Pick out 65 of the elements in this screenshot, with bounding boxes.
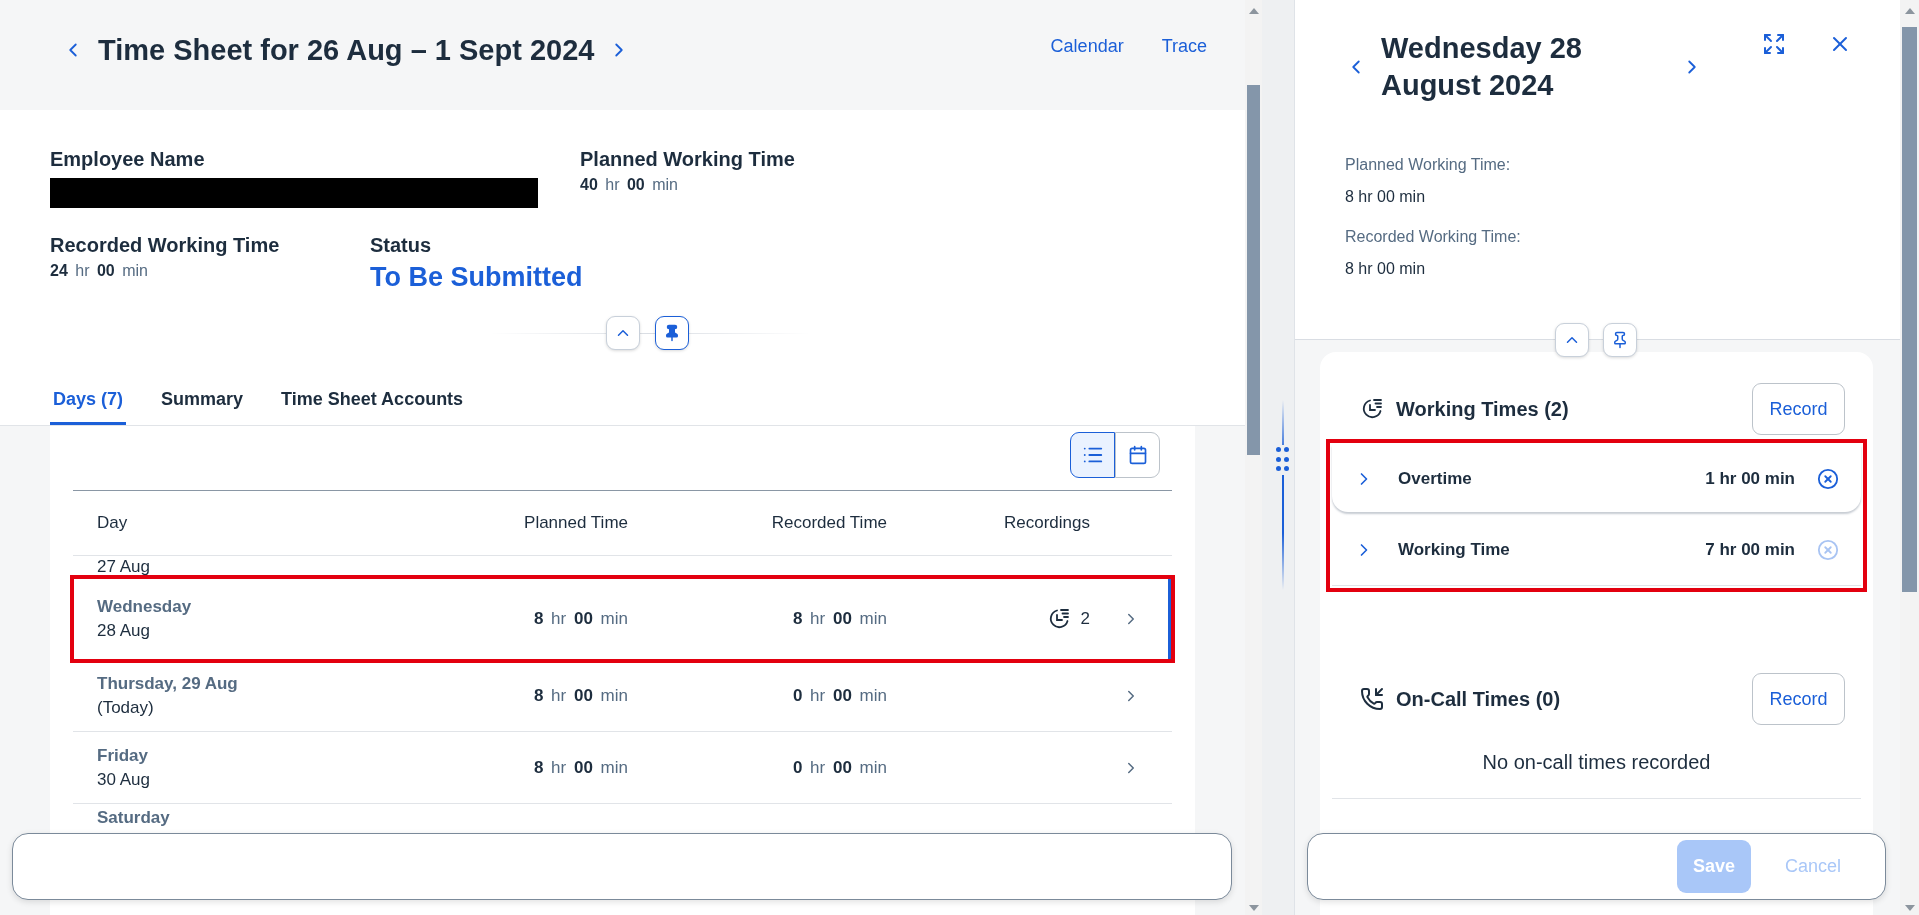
scrollbar[interactable] — [1900, 0, 1919, 915]
time-entry-row[interactable]: Overtime 1 hr 00 min — [1332, 445, 1861, 512]
day-label: Thursday, 29 Aug — [97, 673, 239, 694]
day-label: Saturday — [97, 808, 171, 828]
section-title: On-Call Times (0) — [1396, 687, 1561, 711]
recorded-time: 0 hr 00 min — [792, 685, 887, 706]
table-row[interactable]: 27 Aug — [73, 556, 1172, 578]
recordings-count: 2 — [1080, 608, 1090, 629]
field-value: 8 hr 00 min — [1345, 260, 1427, 278]
remove-icon[interactable] — [1817, 467, 1839, 490]
calendar-view-button[interactable] — [1115, 432, 1160, 478]
clock-list-icon — [1360, 397, 1384, 421]
calendar-icon — [1127, 445, 1148, 465]
table-row[interactable]: Saturday — [73, 804, 1172, 832]
fullscreen-icon[interactable] — [1762, 32, 1786, 56]
entry-duration: 1 hr 00 min — [1705, 468, 1795, 489]
field-label: Employee Name — [50, 148, 206, 171]
detail-title: Wednesday 28 August 2024 — [1381, 31, 1583, 103]
column-header: Recordings — [1004, 513, 1090, 533]
record-button[interactable]: Record — [1752, 383, 1845, 435]
field-label: Planned Working Time: — [1345, 156, 1512, 174]
field-label: Recorded Working Time: — [1345, 228, 1522, 246]
pin-header-button[interactable] — [655, 316, 689, 350]
tab[interactable]: Time Sheet Accounts — [278, 389, 467, 425]
entry-name: Working Time — [1398, 540, 1511, 560]
resize-handle[interactable] — [1275, 445, 1289, 475]
table-row[interactable]: Thursday, 29 Aug (Today) 8 hr 00 min 0 hr 00 min — [73, 660, 1172, 732]
table-row[interactable]: Friday 30 Aug 8 hr 00 min 0 hr 00 min — [73, 732, 1172, 804]
entry-name: Overtime — [1398, 468, 1473, 489]
date-label: 28 Aug — [97, 620, 151, 641]
field-label: Planned Working Time — [580, 148, 796, 171]
header-link[interactable]: Trace — [1161, 36, 1207, 57]
date-label: (Today) — [97, 697, 155, 718]
field-label: Status — [370, 234, 433, 257]
status-value: To Be Submitted — [370, 262, 584, 293]
time-entry-row[interactable]: Working Time 7 hr 00 min — [1332, 515, 1861, 585]
entry-duration: 7 hr 00 min — [1705, 540, 1795, 560]
date-label: 30 Aug — [97, 769, 151, 790]
recorded-time: 8 hr 00 min — [792, 608, 887, 629]
day-label: Wednesday — [97, 596, 193, 617]
phone-icon — [1360, 687, 1384, 711]
field-value: 24 hr 00 min — [50, 262, 149, 280]
section-title: Working Times (2) — [1396, 397, 1569, 421]
empty-message: No on-call times recorded — [1332, 751, 1861, 799]
column-header: Planned Time — [524, 513, 628, 533]
pin-icon — [663, 324, 681, 342]
planned-time: 8 hr 00 min — [533, 757, 628, 778]
pin-icon — [1611, 331, 1629, 349]
field-value: 8 hr 00 min — [1345, 188, 1427, 206]
tab[interactable]: Summary — [158, 389, 247, 425]
column-header: Recorded Time — [771, 513, 887, 533]
date-label: 27 Aug — [97, 556, 151, 577]
column-header: Day — [97, 513, 128, 533]
list-view-button[interactable] — [1070, 432, 1115, 478]
header-link[interactable]: Calendar — [1050, 36, 1124, 57]
page-title: Time Sheet for 26 Aug – 1 Sept 2024 — [98, 33, 595, 67]
field-value: 40 hr 00 min — [580, 176, 679, 194]
scrollbar[interactable] — [1245, 0, 1262, 915]
planned-time: 8 hr 00 min — [533, 685, 628, 706]
table-row[interactable]: Wednesday 28 Aug 8 hr 00 min 8 hr 00 min 2 — [73, 578, 1172, 660]
planned-time: 8 hr 00 min — [533, 608, 628, 629]
day-label: Friday — [97, 745, 150, 766]
record-button[interactable]: Record — [1752, 673, 1845, 725]
recorded-time: 0 hr 00 min — [792, 757, 887, 778]
field-label: Recorded Working Time — [50, 234, 281, 257]
